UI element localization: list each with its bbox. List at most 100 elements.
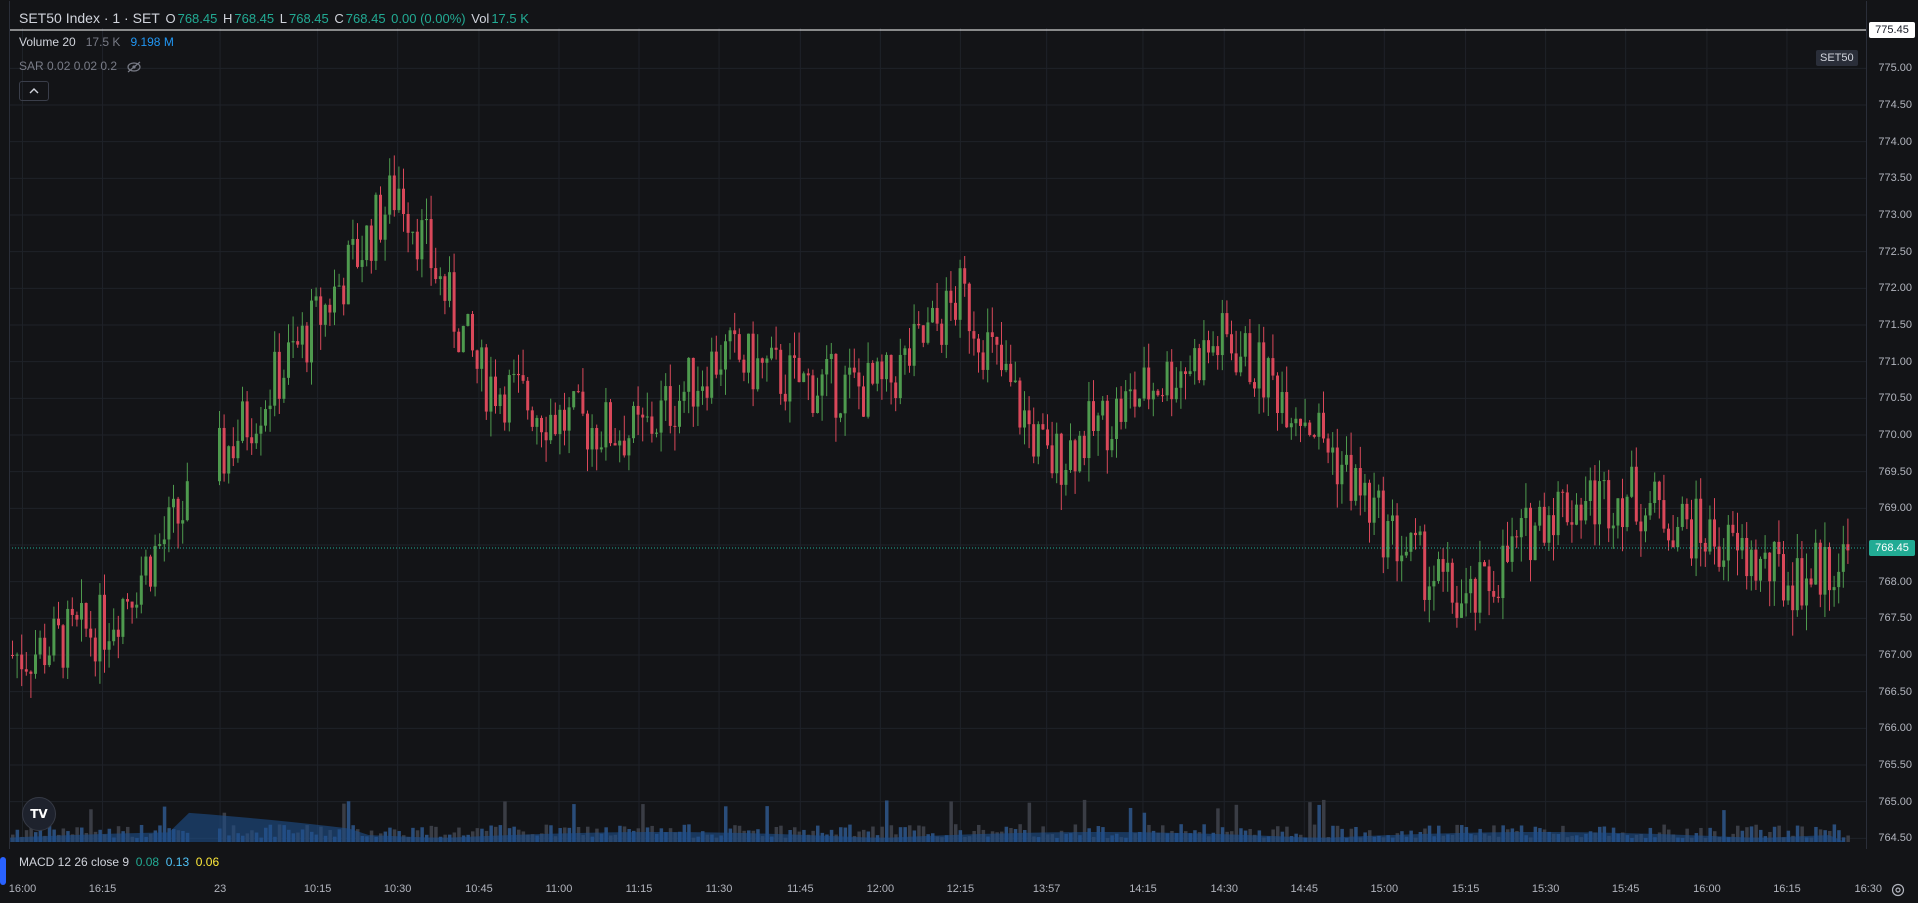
sar-indicator-legend[interactable]: SAR 0.02 0.02 0.2 — [19, 59, 144, 73]
candle-body — [1547, 515, 1551, 543]
candle-body — [935, 307, 939, 324]
candle-body — [1165, 361, 1169, 396]
candle-body — [1299, 418, 1302, 426]
price-tick-label: 770.50 — [1878, 392, 1912, 405]
price-tick-label: 772.50 — [1878, 245, 1912, 258]
candle-body — [613, 443, 617, 446]
candle-body — [553, 414, 557, 435]
candle-body — [250, 437, 254, 444]
candle-body — [802, 373, 806, 383]
candle-body — [392, 175, 396, 211]
candle-body — [701, 386, 704, 391]
candle-body — [1340, 464, 1344, 485]
candle-body — [779, 349, 783, 394]
candle-body — [1110, 439, 1114, 451]
candle-body — [93, 637, 97, 662]
candle-body — [1211, 346, 1215, 353]
candle-body — [1087, 401, 1091, 459]
candle-body — [1469, 578, 1473, 594]
candle-body — [287, 342, 290, 378]
candle-body — [1207, 340, 1210, 353]
candle-body — [1483, 562, 1486, 567]
candle-body — [1294, 418, 1298, 424]
candle-body — [990, 332, 994, 337]
candle-body — [852, 367, 856, 373]
candle-body — [590, 428, 594, 450]
candle-body — [1271, 358, 1275, 376]
candle-body — [277, 351, 281, 399]
candle-body — [788, 355, 792, 402]
price-scale[interactable]: 775.00 774.50 774.00 773.50 773.00 772.50 772.… — [1867, 0, 1918, 849]
candle-body — [1621, 498, 1624, 528]
candle-body — [517, 373, 520, 376]
candle-body — [917, 323, 921, 326]
candle-body — [1648, 503, 1652, 516]
candle-body — [1791, 585, 1795, 611]
candle-body — [1266, 358, 1270, 398]
candle-body — [1616, 498, 1620, 526]
candle-body — [231, 446, 235, 459]
candle-body — [185, 481, 189, 521]
candle-body — [1423, 531, 1427, 600]
time-tick-label: 12:15 — [946, 883, 975, 895]
candle-body — [1565, 492, 1569, 523]
candle-body — [848, 367, 852, 375]
candle-body — [1837, 571, 1841, 588]
price-tick-label: 771.50 — [1878, 319, 1912, 331]
candle-body — [733, 330, 737, 335]
candle-body — [530, 410, 534, 427]
eye-off-icon[interactable] — [126, 61, 144, 73]
candle-body — [98, 594, 102, 662]
volume-indicator-legend[interactable]: Volume 20 17.5 K 9.198 M — [19, 35, 174, 49]
candle-body — [1170, 361, 1174, 400]
candle-body — [535, 417, 539, 427]
candle-body — [1561, 491, 1565, 493]
candle-body — [1634, 466, 1638, 522]
candle-body — [1552, 515, 1555, 536]
chevron-up-icon — [29, 85, 39, 97]
candle-body — [655, 432, 658, 434]
collapse-legend-button[interactable] — [19, 81, 49, 101]
candle-body — [116, 629, 120, 637]
time-axis[interactable]: 16:00 16:15 23 10:15 10:30 10:45 11:00 11:15 11:… — [0, 875, 1882, 903]
macd-legend[interactable]: MACD 12 26 close 9 0.08 0.13 0.06 — [19, 855, 219, 869]
candle-body — [1533, 525, 1537, 561]
time-tick-label: 14:30 — [1210, 883, 1238, 895]
candle-body — [866, 362, 870, 417]
candle-body — [632, 405, 635, 439]
candle-body — [1128, 389, 1132, 392]
candle-body — [1818, 542, 1822, 595]
candle-body — [1450, 562, 1454, 603]
candle-body — [351, 238, 355, 245]
candle-body — [1073, 440, 1077, 472]
candle-body — [664, 386, 668, 401]
candle-body — [452, 272, 456, 332]
candle-body — [365, 225, 369, 261]
candle-body — [1501, 545, 1505, 599]
candle-body — [346, 244, 350, 305]
chart-settings-icon[interactable] — [1889, 881, 1907, 899]
candle-body — [1759, 558, 1762, 581]
volume-bar — [1846, 835, 1850, 842]
time-tick-label: 12:00 — [866, 883, 895, 895]
candle-body — [903, 348, 907, 355]
candle-body — [572, 391, 576, 408]
time-tick-label: 14:15 — [1129, 883, 1157, 895]
candle-body — [227, 446, 231, 474]
price-tick-label: 775.00 — [1878, 62, 1912, 75]
tradingview-logo[interactable]: TV — [22, 797, 56, 831]
time-tick-label: 11:45 — [786, 883, 814, 895]
symbol-title[interactable]: SET50 Index · 1 · SET — [19, 10, 160, 26]
high-label: H — [222, 11, 233, 26]
last-price-badge: 768.45 — [1869, 540, 1915, 556]
candle-body — [1055, 433, 1059, 474]
candle-body — [586, 413, 589, 450]
candle-body — [1441, 559, 1445, 572]
candle-body — [1455, 602, 1459, 618]
volume-bar — [1308, 802, 1312, 842]
symbol-legend[interactable]: SET50 Index · 1 · SET O 768.45 H 768.45 L7… — [19, 10, 531, 26]
time-tick-label: 14:45 — [1290, 883, 1319, 895]
candle-body — [1400, 555, 1404, 562]
candle-body — [1768, 552, 1772, 582]
price-chart[interactable] — [0, 0, 1867, 849]
